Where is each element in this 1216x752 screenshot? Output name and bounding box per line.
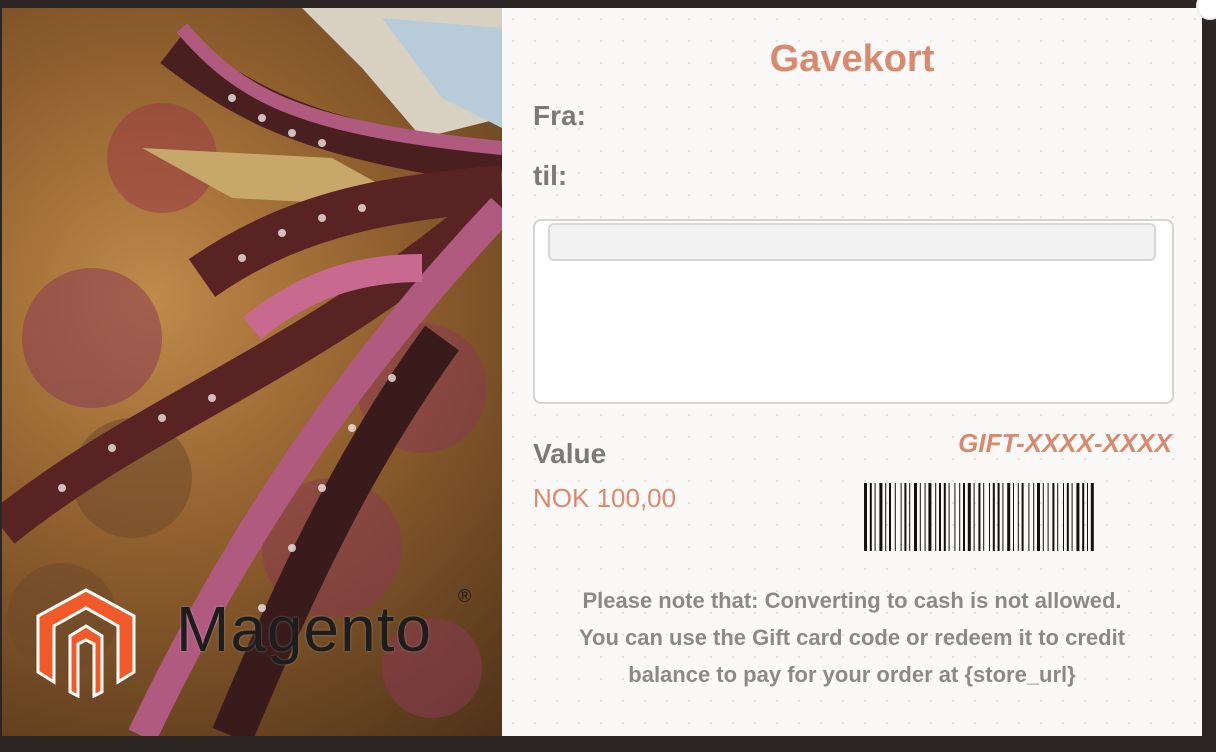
gift-card-details: Gavekort Fra: til: Value NOK 100,00 GIFT… bbox=[502, 8, 1202, 736]
magento-logo-text: Magento bbox=[176, 593, 433, 665]
gift-card-image: Magento ® bbox=[2, 8, 502, 736]
card-title: Gavekort bbox=[769, 38, 935, 80]
to-label: til: bbox=[533, 160, 568, 191]
gift-card-preview-modal: Magento ® Gavekort Fra: til: Value NOK 1… bbox=[2, 8, 1202, 736]
value-amount: NOK 100,00 bbox=[533, 483, 677, 513]
magento-logo-icon bbox=[36, 588, 136, 698]
value-label: Value bbox=[533, 438, 607, 469]
gift-code: GIFT-XXXX-XXXX bbox=[958, 428, 1172, 458]
magento-logo: Magento ® bbox=[30, 586, 480, 698]
message-box[interactable] bbox=[533, 219, 1174, 404]
registered-mark: ® bbox=[458, 586, 472, 606]
note-line: You can use the Gift card code or redeem… bbox=[578, 625, 1126, 650]
note-line: Please note that: Converting to cash is … bbox=[582, 588, 1122, 613]
from-label: Fra: bbox=[533, 100, 586, 131]
message-input[interactable] bbox=[548, 223, 1156, 261]
gift-card-note: Please note that: Converting to cash is … bbox=[532, 582, 1172, 693]
note-line: balance to pay for your order at {store_… bbox=[628, 662, 1076, 687]
barcode bbox=[864, 483, 1094, 551]
